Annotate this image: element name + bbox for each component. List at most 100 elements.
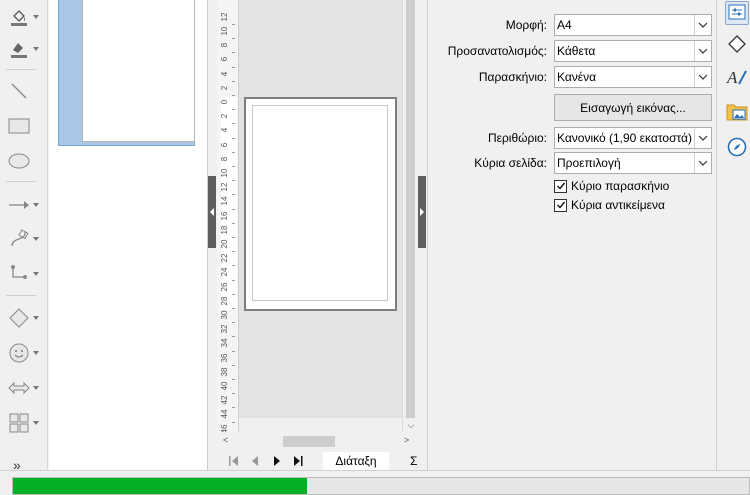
ruler-tick xyxy=(232,80,235,82)
master-objects-label: Κύρια αντικείμενα xyxy=(571,198,665,212)
chevron-down-icon[interactable] xyxy=(32,235,40,243)
master-objects-checkbox[interactable]: Κύρια αντικείμενα xyxy=(554,197,665,213)
ruler-label: 10 xyxy=(220,168,229,178)
properties-tab[interactable] xyxy=(725,1,749,25)
chevron-down-icon[interactable] xyxy=(32,384,40,392)
orientation-label: Προσανατολισμός: xyxy=(447,44,547,58)
ruler-label: 8 xyxy=(220,156,229,162)
tab-layout[interactable]: Διάταξη xyxy=(323,452,389,472)
chevron-down-icon[interactable] xyxy=(694,15,711,35)
horizontal-scrollbar-thumb[interactable] xyxy=(283,436,335,447)
ruler-label: 6 xyxy=(220,142,229,147)
chevron-down-icon[interactable] xyxy=(32,314,40,322)
connector-tool-button[interactable] xyxy=(8,261,44,287)
rectangle-tool-button[interactable] xyxy=(8,113,44,139)
ruler-label: 44 xyxy=(220,409,229,419)
background-dropdown[interactable]: Κανένα xyxy=(554,66,712,88)
chevron-down-icon[interactable] xyxy=(694,41,711,61)
last-tab-icon[interactable] xyxy=(293,455,303,470)
image-folder-icon xyxy=(726,102,748,125)
checkmark-icon[interactable] xyxy=(554,198,567,212)
line-color-button[interactable] xyxy=(8,36,44,62)
navigator-tab[interactable] xyxy=(725,136,749,160)
vertical-ruler: 12 10 8 6 4 2 0 2 4 6 8 10 12 14 16 18 20 22 24 26 28 30 32 34 3… xyxy=(217,0,239,437)
ruler-tick xyxy=(232,279,235,281)
scroll-left-icon[interactable]: < xyxy=(223,435,228,445)
fill-color-button[interactable] xyxy=(8,4,44,30)
ruler-tick xyxy=(232,23,235,25)
ruler-label: 34 xyxy=(220,338,229,348)
layout-button[interactable] xyxy=(8,410,44,436)
ruler-tick xyxy=(232,293,235,295)
ruler-tick xyxy=(232,322,235,324)
ruler-label: 30 xyxy=(220,310,229,320)
chevron-down-icon[interactable] xyxy=(694,153,711,173)
layout-grid-icon xyxy=(8,412,30,434)
slide-thumbnail[interactable] xyxy=(82,0,195,142)
chevron-down-icon[interactable] xyxy=(32,349,40,357)
orientation-dropdown[interactable]: Κάθετα xyxy=(554,40,712,62)
ruler-tick xyxy=(232,165,235,167)
chevron-down-icon[interactable] xyxy=(32,45,40,53)
master-background-checkbox[interactable]: Κύριο παρασκήνιο xyxy=(554,178,669,194)
shapes-tab[interactable] xyxy=(725,33,749,57)
basic-shapes-button[interactable] xyxy=(8,305,44,331)
svg-text:A: A xyxy=(726,68,738,87)
gallery-tab[interactable] xyxy=(725,101,749,125)
symbol-shapes-button[interactable] xyxy=(8,340,44,366)
line-tool-button[interactable] xyxy=(8,78,44,104)
slide-pane-collapse-handle[interactable] xyxy=(208,176,216,248)
ruler-tick xyxy=(232,265,235,267)
double-arrow-icon xyxy=(8,377,30,399)
chevron-down-icon[interactable] xyxy=(32,270,40,278)
progress-bar xyxy=(12,477,750,495)
chevron-down-icon[interactable] xyxy=(694,128,711,148)
ruler-label: 4 xyxy=(220,128,229,133)
ruler-label: 40 xyxy=(220,381,229,391)
scroll-down-icon[interactable]: ⌵ xyxy=(403,418,419,432)
ruler-label: 2 xyxy=(220,113,229,119)
vertical-scrollbar-thumb[interactable] xyxy=(406,0,415,418)
ruler-tick xyxy=(232,180,235,182)
page-margin-frame xyxy=(252,105,388,301)
ruler-tick xyxy=(232,194,235,196)
ruler-label: 16 xyxy=(220,211,229,221)
styles-tab[interactable]: A xyxy=(725,67,749,91)
tab-next-partial[interactable]: Σ xyxy=(410,454,417,468)
rectangle-icon xyxy=(8,115,30,137)
chevron-down-icon[interactable] xyxy=(694,67,711,87)
vertical-scrollbar[interactable]: ⌵ xyxy=(402,0,418,432)
scroll-right-icon[interactable]: > xyxy=(404,435,409,445)
ellipse-tool-button[interactable] xyxy=(8,148,44,174)
toolbar-separator xyxy=(6,181,36,182)
ruler-label: 14 xyxy=(220,196,229,206)
margins-dropdown[interactable]: Κανονικό (1,90 εκατοστά) xyxy=(554,127,712,149)
ruler-label: 4 xyxy=(220,71,229,76)
insert-image-button[interactable]: Εισαγωγή εικόνας... xyxy=(554,94,712,121)
ruler-label: 42 xyxy=(220,395,229,405)
status-bar xyxy=(0,470,750,495)
checkmark-icon[interactable] xyxy=(554,179,567,193)
ruler-tick xyxy=(232,407,235,409)
chevron-down-icon[interactable] xyxy=(32,13,40,21)
chevron-down-icon[interactable] xyxy=(32,419,40,427)
curve-tool-button[interactable] xyxy=(8,226,44,252)
ruler-tick xyxy=(232,364,235,366)
ruler-label: 8 xyxy=(220,42,229,48)
horizontal-scrollbar[interactable]: < > xyxy=(217,432,418,450)
font-style-icon: A xyxy=(726,67,748,92)
master-slide-dropdown[interactable]: Προεπιλογή xyxy=(554,152,712,174)
first-tab-icon[interactable] xyxy=(229,455,239,470)
arrow-tool-button[interactable] xyxy=(8,192,44,218)
curve-icon xyxy=(8,228,30,250)
sidebar-collapse-handle[interactable] xyxy=(418,176,426,248)
chevron-down-icon[interactable] xyxy=(32,201,40,209)
next-tab-icon[interactable] xyxy=(273,455,281,470)
sidebar-tab-bar: A xyxy=(716,0,750,470)
sliders-icon xyxy=(728,4,746,23)
format-dropdown[interactable]: A4 xyxy=(554,14,712,36)
previous-tab-icon[interactable] xyxy=(251,455,259,470)
chevron-left-icon xyxy=(210,208,214,216)
block-arrows-button[interactable] xyxy=(8,375,44,401)
ruler-label: 28 xyxy=(220,296,229,306)
